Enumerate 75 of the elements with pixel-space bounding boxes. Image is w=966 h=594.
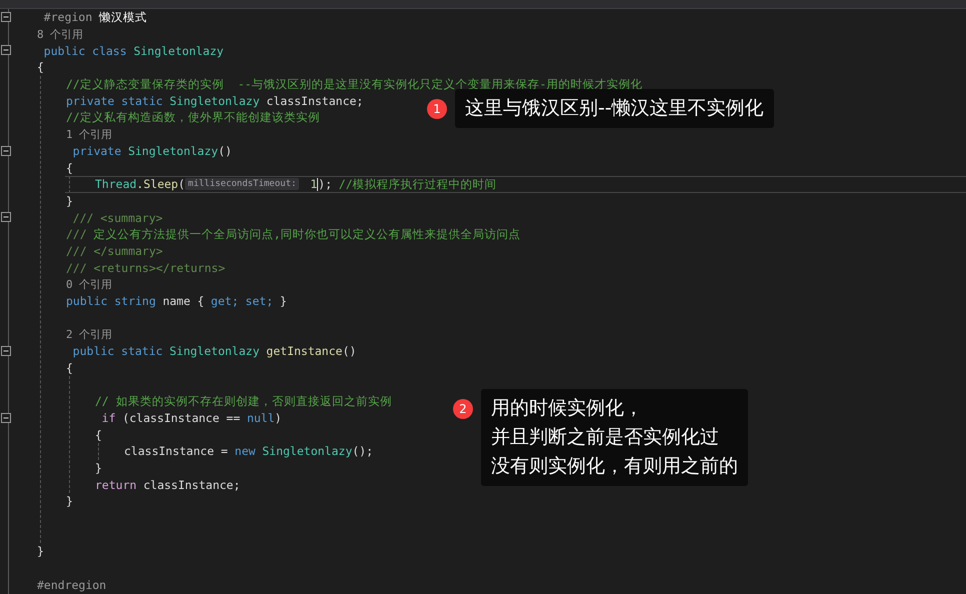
code-token: } [66, 494, 73, 508]
reference-count: 0 个引用 [66, 276, 112, 292]
code-token: Singletonlazy [169, 344, 260, 358]
code-token: new [234, 444, 256, 458]
code-token: { [37, 60, 44, 74]
annotation-note: 这里与饿汉区别--懒汉这里不实例化 [455, 89, 774, 128]
code-token: public [44, 44, 86, 58]
code-token: classInstance; [143, 478, 240, 492]
code-comment: /// [66, 260, 87, 275]
code-token: { [197, 294, 204, 308]
code-comment: /// [66, 227, 87, 242]
code-token: private [72, 144, 122, 158]
code-comment: <summary> [100, 210, 163, 225]
step-number-badge: 2 [453, 399, 473, 419]
code-token: Singletonlazy [134, 44, 224, 58]
code-token: { [66, 160, 73, 175]
collapse-icon[interactable] [1, 412, 11, 422]
code-token: Thread [95, 177, 137, 192]
code-token: static [121, 94, 163, 108]
code-token: if [102, 410, 116, 425]
reference-count: 1 个引用 [66, 126, 112, 142]
code-token: 1 [310, 177, 318, 192]
collapse-icon[interactable] [1, 146, 11, 156]
code-token: string [114, 294, 156, 308]
code-token: Singletonlazy [170, 94, 260, 108]
code-token: { [95, 428, 102, 442]
collapse-icon[interactable] [1, 212, 11, 222]
collapse-icon[interactable] [1, 45, 11, 56]
reference-count: 8 个引用 [37, 26, 84, 42]
code-token: } [95, 460, 102, 475]
code-token: ); [318, 177, 332, 192]
code-token: } [37, 544, 44, 558]
code-token: } [280, 294, 287, 308]
annotation-note: 用的时候实例化， 并且判断之前是否实例化过 没有则实例化，有则用之前的 [481, 389, 748, 486]
code-token: get; [210, 294, 239, 308]
code-token: public [66, 294, 108, 308]
code-token: classInstance; [266, 94, 364, 108]
code-comment: 定义公有方法提供一个全局访问点,同时你也可以定义公有属性来提供全局访问点 [94, 226, 521, 242]
code-token: private [66, 94, 114, 108]
code-token: getInstance [266, 344, 342, 358]
code-token: (); [352, 444, 374, 458]
code-comment: /// [72, 210, 94, 225]
reference-count: 2 个引用 [66, 326, 112, 342]
collapse-icon[interactable] [1, 346, 11, 356]
code-comment: <returns></returns> [94, 260, 226, 275]
code-token: name [162, 294, 190, 308]
code-token: Singletonlazy [262, 444, 352, 458]
code-token: () [342, 344, 356, 358]
code-token: ( [178, 177, 186, 192]
code-comment: </summary> [94, 244, 163, 258]
code-token: Singletonlazy [128, 144, 218, 158]
code-token: return [95, 478, 137, 492]
code-token: set; [245, 294, 274, 308]
code-comment: // 如果类的实例不存在则创建，否则直接返回之前实例 [95, 394, 392, 409]
code-token: ) [274, 410, 282, 425]
code-token: static [121, 344, 163, 358]
code-comment: //模拟程序执行过程中的时间 [338, 176, 497, 192]
code-token: (classInstance == [122, 410, 240, 425]
code-token: #endregion [37, 578, 106, 592]
code-token: classInstance = [124, 444, 228, 458]
code-comment: /// [66, 244, 87, 258]
code-token: #region [44, 10, 92, 24]
step-number-badge: 1 [427, 99, 447, 119]
code-token: public [72, 344, 114, 358]
code-comment: //定义静态变量保存类的实例 --与饿汉区别的是这里没有实例化只定义个变量用来保存-用的时候才实例化 [66, 76, 642, 92]
code-token: .Sleep [136, 177, 178, 192]
code-comment: //定义私有构造函数，使外界不能创建该类实例 [66, 110, 320, 125]
code-token: 懒汉模式 [99, 10, 148, 25]
code-token: () [218, 144, 232, 158]
parameter-hint: millisecondsTimeout: [185, 178, 300, 190]
collapse-icon[interactable] [1, 12, 11, 22]
code-token: null [246, 410, 275, 425]
code-token: { [66, 360, 73, 375]
code-token: } [66, 194, 73, 208]
code-token: class [92, 44, 127, 58]
